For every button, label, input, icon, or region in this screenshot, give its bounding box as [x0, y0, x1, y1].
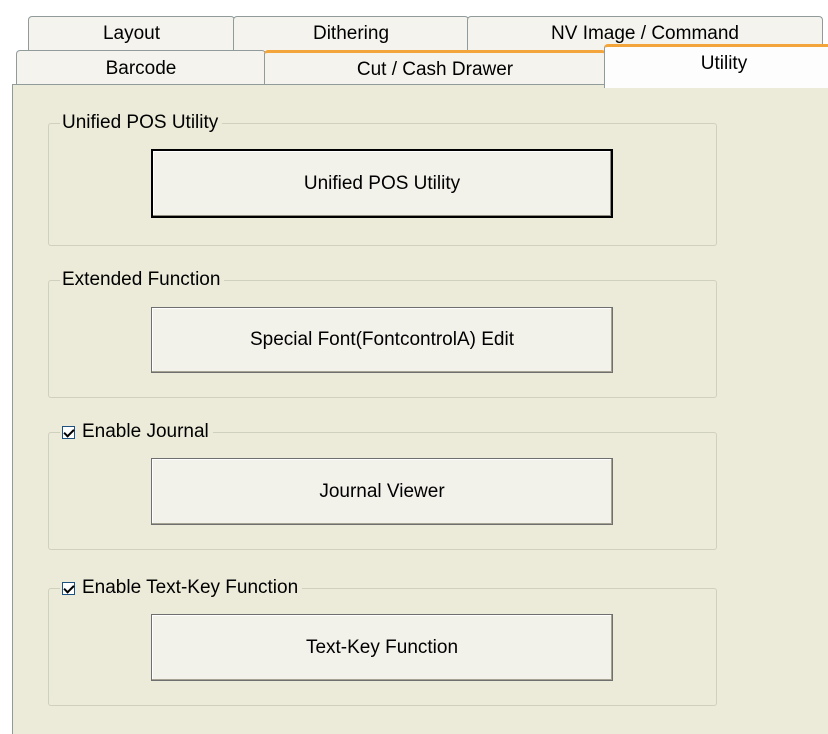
group-title-text: Unified POS Utility: [62, 112, 219, 133]
special-font-edit-button[interactable]: Special Font(FontcontrolA) Edit: [151, 307, 613, 373]
button-label: Special Font(FontcontrolA) Edit: [249, 329, 514, 350]
group-enable-journal: Enable Journal Journal Viewer: [48, 420, 717, 550]
tab-layout[interactable]: Layout: [28, 16, 235, 50]
text-key-function-button[interactable]: Text-Key Function: [151, 614, 613, 681]
group-title: Enable Text-Key Function: [60, 576, 303, 600]
group-title: Extended Function: [60, 268, 225, 292]
tab-utility[interactable]: Utility: [604, 44, 828, 88]
group-title: Unified POS Utility: [60, 111, 223, 135]
group-title: Enable Journal: [60, 420, 213, 444]
button-label: Text-Key Function: [305, 636, 459, 658]
enable-journal-checkbox[interactable]: [62, 425, 75, 439]
tab-label: Barcode: [105, 57, 177, 79]
tab-label: Layout: [102, 22, 161, 44]
button-label: Unified POS Utility: [303, 172, 461, 194]
utility-panel: Unified POS Utility Unified POS Utility …: [12, 84, 828, 734]
tab-label: Dithering: [312, 22, 390, 44]
tab-dithering[interactable]: Dithering: [233, 16, 469, 50]
group-enable-text-key-function: Enable Text-Key Function Text-Key Functi…: [48, 576, 717, 706]
tab-barcode[interactable]: Barcode: [16, 50, 266, 86]
journal-viewer-button[interactable]: Journal Viewer: [151, 458, 613, 525]
group-title-text: Extended Function: [62, 269, 221, 290]
enable-text-key-checkbox[interactable]: [62, 581, 75, 595]
enable-journal-label[interactable]: Enable Journal: [82, 420, 209, 444]
unified-pos-utility-button[interactable]: Unified POS Utility: [151, 149, 613, 218]
button-label: Journal Viewer: [319, 480, 445, 502]
tab-label: Cut / Cash Drawer: [356, 58, 514, 80]
tab-cut-cash-drawer[interactable]: Cut / Cash Drawer: [264, 50, 606, 86]
group-extended-function: Extended Function Special Font(Fontcontr…: [48, 268, 717, 398]
enable-text-key-label[interactable]: Enable Text-Key Function: [82, 576, 298, 600]
group-unified-pos-utility: Unified POS Utility Unified POS Utility: [48, 111, 717, 246]
tab-label: NV Image / Command: [551, 22, 739, 44]
tab-label: Utility: [700, 52, 748, 74]
